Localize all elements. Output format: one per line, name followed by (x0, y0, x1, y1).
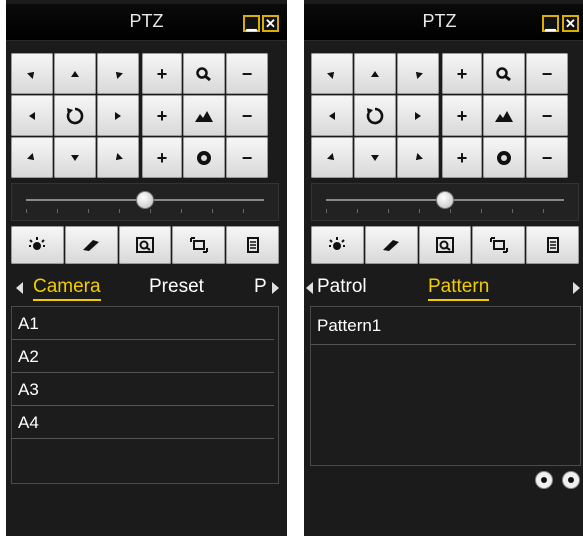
pan-up-button[interactable] (54, 53, 96, 94)
pan-right-button[interactable] (397, 95, 439, 136)
slider-ticks (326, 209, 564, 213)
tab-partial[interactable]: P (254, 276, 267, 298)
focus-icon[interactable] (483, 95, 525, 136)
zoom-in-button[interactable]: + (442, 53, 482, 94)
iris-open-button[interactable]: + (442, 137, 482, 178)
minimize-icon[interactable]: ▁ (542, 15, 559, 32)
pan-left-button[interactable] (11, 95, 53, 136)
menu-icon[interactable] (526, 226, 579, 264)
tab-pattern[interactable]: Pattern (428, 276, 490, 301)
pan-up-left-button[interactable] (311, 53, 353, 94)
focus-far-button[interactable]: − (526, 95, 568, 136)
iris-open-button[interactable]: + (142, 137, 182, 178)
ptz-control-grid: + − + − + − (311, 53, 568, 178)
auto-rotate-icon[interactable] (354, 95, 396, 136)
tab-preset[interactable]: Preset (149, 276, 204, 298)
light-icon[interactable] (311, 226, 364, 264)
close-icon[interactable]: ✕ (262, 15, 279, 32)
zoom-out-button[interactable]: − (226, 53, 268, 94)
ptz-panel-left: PTZ ▁ ✕ + − + − + − Camera Preset P A1 A… (6, 0, 287, 536)
iris-close-button[interactable]: − (526, 137, 568, 178)
tab-bar: Camera Preset P (6, 270, 287, 304)
speed-slider[interactable] (311, 183, 579, 221)
pan-down-left-button[interactable] (311, 137, 353, 178)
ptz-control-grid: + − + − + − (11, 53, 268, 178)
menu-icon[interactable] (226, 226, 279, 264)
slider-knob[interactable] (436, 191, 454, 209)
pan-left-button[interactable] (311, 95, 353, 136)
tab-prev-icon[interactable] (306, 282, 313, 294)
lens-init-icon[interactable] (172, 226, 226, 264)
focus-near-button[interactable]: + (442, 95, 482, 136)
tab-next-icon[interactable] (272, 282, 279, 294)
zoom-icon[interactable] (483, 53, 525, 94)
aux-toolbar (11, 226, 279, 264)
minimize-icon[interactable]: ▁ (243, 15, 260, 32)
pan-up-button[interactable] (354, 53, 396, 94)
tab-camera[interactable]: Camera (33, 276, 101, 301)
pan-up-left-button[interactable] (11, 53, 53, 94)
focus-far-button[interactable]: − (226, 95, 268, 136)
auto-rotate-icon[interactable] (54, 95, 96, 136)
zoom-icon[interactable] (183, 53, 225, 94)
tab-prev-icon[interactable] (16, 282, 23, 294)
slider-ticks (26, 209, 264, 213)
iris-icon[interactable] (483, 137, 525, 178)
iris-close-button[interactable]: − (226, 137, 268, 178)
list-item[interactable]: A3 (12, 373, 274, 406)
tab-patrol[interactable]: Patrol (317, 276, 367, 298)
start-pattern-icon[interactable] (535, 471, 553, 489)
stop-pattern-icon[interactable] (562, 471, 580, 489)
tab-next-icon[interactable] (573, 282, 580, 294)
pan-right-button[interactable] (97, 95, 139, 136)
aux-toolbar (311, 226, 579, 264)
list-item[interactable]: A1 (12, 307, 274, 340)
list-item[interactable]: A2 (12, 340, 274, 373)
pan-down-button[interactable] (54, 137, 96, 178)
iris-icon[interactable] (183, 137, 225, 178)
one-touch-focus-icon[interactable] (118, 226, 172, 264)
wiper-icon[interactable] (64, 226, 118, 264)
pan-down-button[interactable] (354, 137, 396, 178)
pan-down-right-button[interactable] (397, 137, 439, 178)
camera-list: A1 A2 A3 A4 (11, 306, 279, 484)
focus-icon[interactable] (183, 95, 225, 136)
wiper-icon[interactable] (364, 226, 418, 264)
lens-init-icon[interactable] (472, 226, 526, 264)
tab-bar: Patrol Pattern (304, 270, 583, 304)
list-item[interactable]: Pattern1 (311, 307, 576, 345)
list-item[interactable]: A4 (12, 406, 274, 439)
one-touch-focus-icon[interactable] (418, 226, 472, 264)
pan-down-left-button[interactable] (11, 137, 53, 178)
title-bar: PTZ ▁ ✕ (6, 4, 287, 41)
close-icon[interactable]: ✕ (562, 15, 579, 32)
pan-down-right-button[interactable] (97, 137, 139, 178)
pan-up-right-button[interactable] (397, 53, 439, 94)
title-bar: PTZ ▁ ✕ (304, 4, 583, 41)
slider-knob[interactable] (136, 191, 154, 209)
zoom-out-button[interactable]: − (526, 53, 568, 94)
ptz-panel-right: PTZ ▁ ✕ + − + − + − Patrol Pattern Patte… (304, 0, 583, 536)
zoom-in-button[interactable]: + (142, 53, 182, 94)
pan-up-right-button[interactable] (97, 53, 139, 94)
focus-near-button[interactable]: + (142, 95, 182, 136)
speed-slider[interactable] (11, 183, 279, 221)
panel-title: PTZ (422, 11, 457, 31)
light-icon[interactable] (11, 226, 64, 264)
pattern-list: Pattern1 (310, 306, 581, 466)
